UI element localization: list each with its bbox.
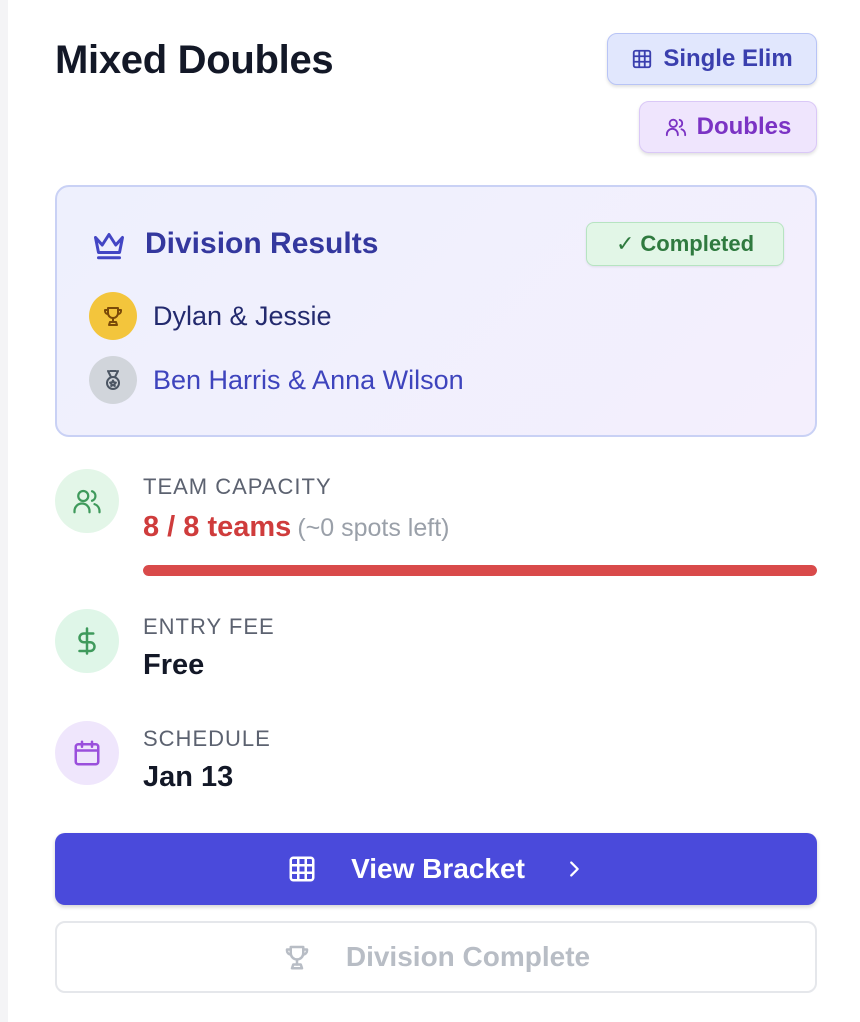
division-card: Mixed Doubles Single Elim Doubles Divisi… [8, 0, 860, 1022]
team-capacity-row: TEAM CAPACITY 8 / 8 teams (~0 spots left) [55, 469, 817, 579]
status-badge-label: Completed [640, 231, 755, 256]
users-icon [665, 118, 686, 137]
status-badge: ✓ Completed [586, 222, 784, 266]
capacity-value: 8 / 8 teams [143, 511, 292, 543]
capacity-progress-fill [143, 565, 817, 576]
type-badge-label: Doubles [696, 113, 792, 140]
users-icon [73, 489, 101, 514]
entry-fee-row: ENTRY FEE Free [55, 609, 817, 689]
schedule-icon-circle [55, 721, 119, 785]
capacity-icon-circle [55, 469, 119, 533]
format-badge: Single Elim [607, 33, 817, 85]
silver-medal [89, 356, 137, 404]
check-icon: ✓ [615, 231, 635, 256]
schedule-value: Jan 13 [143, 761, 234, 793]
format-badge-label: Single Elim [663, 45, 793, 72]
calendar-icon [74, 740, 100, 766]
capacity-value-line: 8 / 8 teams (~0 spots left) [143, 511, 449, 544]
fee-icon-circle [55, 609, 119, 673]
entry-fee-value: Free [143, 649, 205, 681]
trophy-icon [285, 945, 309, 970]
medal-icon [106, 370, 120, 390]
dollar-icon [78, 627, 96, 655]
schedule-label: SCHEDULE [143, 726, 271, 751]
view-bracket-button[interactable]: View Bracket [55, 833, 817, 905]
type-badge: Doubles [639, 101, 817, 153]
grid-icon [289, 856, 315, 882]
division-complete-label: Division Complete [345, 941, 591, 972]
entry-fee-label: ENTRY FEE [143, 614, 275, 639]
schedule-row: SCHEDULE Jan 13 [55, 721, 817, 801]
view-bracket-label: View Bracket [351, 853, 525, 884]
chevron-right-icon [570, 861, 579, 877]
capacity-spots-left: (~0 spots left) [297, 514, 450, 542]
crown-icon [94, 233, 124, 260]
second-place-row: Ben Harris & Anna Wilson [89, 356, 464, 404]
second-place-team: Ben Harris & Anna Wilson [153, 364, 464, 395]
division-title: Mixed Doubles [55, 38, 334, 82]
capacity-label: TEAM CAPACITY [143, 474, 332, 499]
first-place-row: Dylan & Jessie [89, 292, 332, 340]
grid-icon [633, 49, 652, 69]
trophy-icon [104, 307, 122, 326]
capacity-progress-bar [143, 565, 817, 576]
division-results-panel: Division Results ✓ Completed Dylan & Jes… [55, 185, 817, 437]
results-heading: Division Results [145, 227, 379, 260]
division-complete-button: Division Complete [55, 921, 817, 993]
first-place-team: Dylan & Jessie [153, 300, 332, 331]
gold-medal [89, 292, 137, 340]
